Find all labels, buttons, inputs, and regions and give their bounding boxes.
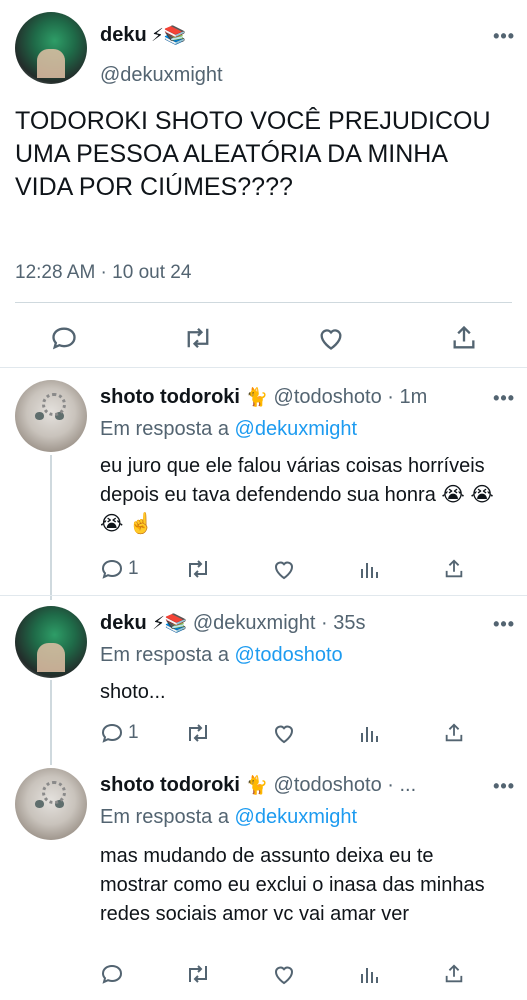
analytics-icon bbox=[361, 727, 378, 742]
reply-prefix: Em resposta a bbox=[100, 418, 229, 440]
author-handle[interactable]: @dekuxmight bbox=[100, 64, 223, 87]
reply-icon bbox=[101, 723, 123, 743]
retweet-button[interactable] bbox=[183, 324, 213, 352]
reply-actions: 1 bbox=[0, 557, 527, 585]
reply-tweet[interactable]: shoto todoroki 🐈 @todoshoto · 1m ••• Em … bbox=[0, 380, 527, 600]
reply-prefix: Em resposta a bbox=[100, 806, 229, 828]
author-name[interactable]: deku bbox=[100, 612, 147, 634]
author-handle[interactable]: @todoshoto · ... bbox=[274, 774, 417, 796]
author-name[interactable]: shoto todoroki bbox=[100, 386, 240, 408]
tweet-thread: deku ⚡📚 @dekuxmight ••• TODOROKI SHOTO V… bbox=[0, 0, 527, 1000]
like-button[interactable] bbox=[272, 557, 296, 581]
analytics-button[interactable] bbox=[358, 557, 380, 581]
share-button[interactable] bbox=[450, 324, 478, 352]
divider bbox=[0, 367, 527, 368]
retweet-icon bbox=[189, 724, 207, 742]
like-icon bbox=[320, 329, 342, 350]
name-emoji: 🐈 bbox=[245, 775, 268, 795]
more-icon[interactable]: ••• bbox=[493, 614, 515, 635]
share-icon bbox=[445, 723, 463, 742]
author-handle[interactable]: @dekuxmight · 35s bbox=[193, 612, 366, 634]
reply-icon bbox=[101, 964, 123, 984]
reply-count: 1 bbox=[128, 558, 139, 579]
reply-context: Em resposta a @dekuxmight bbox=[100, 418, 357, 441]
reply-text: shoto... bbox=[100, 681, 166, 703]
tweet-timestamp[interactable]: 12:28 AM · 10 out 24 bbox=[15, 262, 191, 284]
analytics-button[interactable] bbox=[358, 962, 380, 986]
share-button[interactable] bbox=[443, 721, 465, 745]
author-name[interactable]: shoto todoroki bbox=[100, 774, 240, 796]
tweet-actions bbox=[0, 318, 527, 358]
mention-link[interactable]: @dekuxmight bbox=[235, 806, 358, 828]
name-emoji: ⚡📚 bbox=[151, 25, 187, 45]
reply-tweet[interactable]: deku ⚡📚 @dekuxmight · 35s ••• Em respost… bbox=[0, 606, 527, 766]
reply-actions: 1 bbox=[0, 721, 527, 749]
retweet-icon bbox=[189, 560, 207, 578]
retweet-button[interactable] bbox=[185, 962, 211, 986]
reply-button[interactable]: 1 bbox=[100, 557, 139, 581]
share-button[interactable] bbox=[443, 962, 465, 986]
reply-button[interactable]: 1 bbox=[100, 721, 139, 745]
avatar[interactable] bbox=[15, 380, 87, 452]
share-button[interactable] bbox=[443, 557, 465, 581]
reply-tweet[interactable]: shoto todoroki 🐈 @todoshoto · ... ••• Em… bbox=[0, 768, 527, 1000]
divider bbox=[15, 302, 512, 303]
like-icon bbox=[274, 725, 294, 744]
more-icon[interactable]: ••• bbox=[493, 776, 515, 797]
reply-text: mas mudando de assunto deixa eu te mostr… bbox=[100, 845, 485, 925]
avatar[interactable] bbox=[15, 12, 87, 84]
reply-context: Em resposta a @dekuxmight bbox=[100, 806, 357, 829]
like-button[interactable] bbox=[316, 324, 346, 352]
reply-header: deku ⚡📚 @dekuxmight · 35s bbox=[100, 612, 365, 635]
reply-header: shoto todoroki 🐈 @todoshoto · ... bbox=[100, 774, 416, 797]
author-name[interactable]: deku bbox=[100, 24, 147, 46]
mention-link[interactable]: @dekuxmight bbox=[235, 418, 358, 440]
reply-icon bbox=[101, 559, 123, 579]
mention-link[interactable]: @todoshoto bbox=[235, 644, 343, 666]
reply-header: shoto todoroki 🐈 @todoshoto · 1m bbox=[100, 386, 427, 409]
divider bbox=[0, 595, 527, 596]
retweet-icon bbox=[187, 327, 209, 349]
like-button[interactable] bbox=[272, 962, 296, 986]
share-icon bbox=[445, 964, 463, 983]
reply-prefix: Em resposta a bbox=[100, 644, 229, 666]
more-icon[interactable]: ••• bbox=[493, 26, 515, 47]
reply-button[interactable] bbox=[50, 324, 78, 352]
name-emoji: ⚡📚 bbox=[152, 613, 188, 633]
retweet-button[interactable] bbox=[185, 557, 211, 581]
author-handle[interactable]: @todoshoto · 1m bbox=[274, 386, 428, 408]
analytics-button[interactable] bbox=[358, 721, 380, 745]
like-icon bbox=[274, 561, 294, 580]
reply-count: 1 bbox=[128, 722, 139, 743]
reply-actions bbox=[0, 962, 527, 990]
reply-text: eu juro que ele falou várias coisas horr… bbox=[100, 455, 494, 535]
analytics-icon bbox=[361, 968, 378, 983]
tweet-text: TODOROKI SHOTO VOCÊ PREJUDICOU UMA PESSO… bbox=[15, 107, 491, 201]
reply-icon bbox=[52, 327, 76, 350]
like-button[interactable] bbox=[272, 721, 296, 745]
more-icon[interactable]: ••• bbox=[493, 388, 515, 409]
name-emoji: 🐈 bbox=[245, 387, 268, 407]
share-icon bbox=[453, 325, 475, 349]
reply-context: Em resposta a @todoshoto bbox=[100, 644, 343, 667]
retweet-icon bbox=[189, 965, 207, 983]
avatar[interactable] bbox=[15, 606, 87, 678]
main-tweet-header: deku ⚡📚 @dekuxmight ••• bbox=[15, 12, 515, 92]
retweet-button[interactable] bbox=[185, 721, 211, 745]
like-icon bbox=[274, 966, 294, 985]
share-icon bbox=[445, 559, 463, 578]
reply-button[interactable] bbox=[100, 962, 128, 986]
analytics-icon bbox=[361, 563, 378, 578]
avatar[interactable] bbox=[15, 768, 87, 840]
